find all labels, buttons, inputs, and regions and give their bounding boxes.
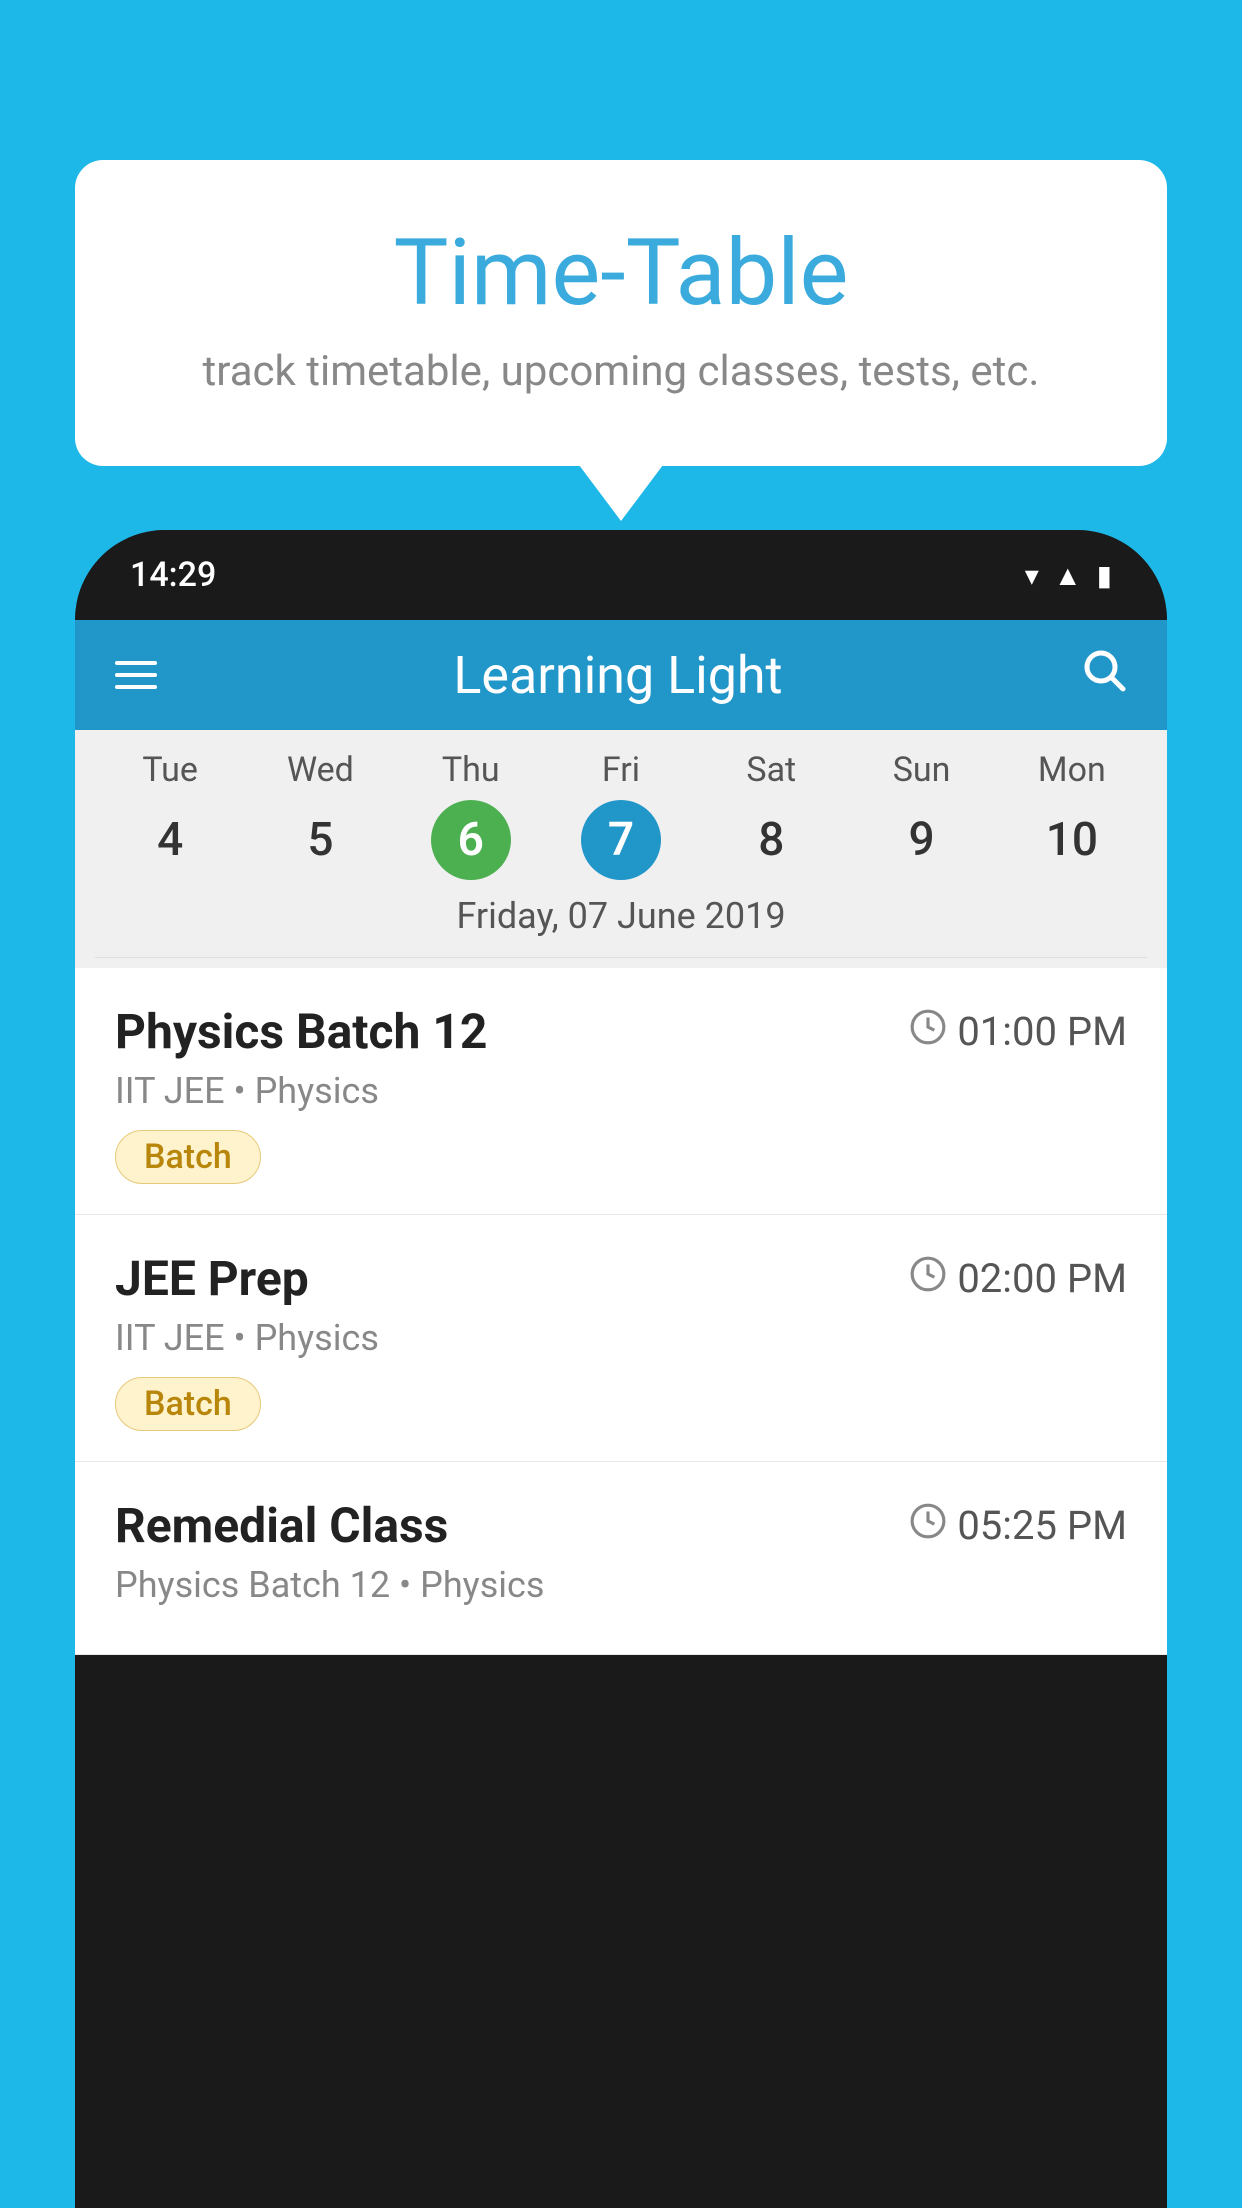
day-5[interactable]: 5 [280, 800, 360, 880]
class-time: 01:00 PM [909, 1008, 1127, 1056]
clock-icon-2 [909, 1255, 947, 1303]
batch-badge: Batch [115, 1130, 261, 1184]
day-label-tue: Tue [95, 750, 245, 790]
app-bar: Learning Light [75, 620, 1167, 730]
phone-screen: Tue Wed Thu Fri Sat Sun Mon 4 5 6 7 8 [75, 730, 1167, 1655]
day-label-wed: Wed [245, 750, 395, 790]
class-time-value-2: 02:00 PM [957, 1255, 1127, 1302]
clock-icon [909, 1008, 947, 1056]
phone-frame: 14:29 ▾ ▲ ▮ Learning Light [75, 530, 1167, 2208]
class-subtitle-2: IIT JEE • Physics [115, 1317, 1127, 1359]
class-item-remedial[interactable]: Remedial Class 05:25 PM [75, 1462, 1167, 1655]
day-8[interactable]: 8 [731, 800, 811, 880]
day-4[interactable]: 4 [130, 800, 210, 880]
notch [506, 530, 736, 600]
speech-bubble-title: Time-Table [125, 220, 1117, 327]
day-label-fri: Fri [546, 750, 696, 790]
class-time-2: 02:00 PM [909, 1255, 1127, 1303]
day-6-today[interactable]: 6 [431, 800, 511, 880]
selected-date-label: Friday, 07 June 2019 [95, 880, 1147, 958]
status-icons: ▾ ▲ ▮ [1025, 559, 1112, 592]
speech-bubble-subtitle: track timetable, upcoming classes, tests… [125, 347, 1117, 396]
class-title-3: Remedial Class [115, 1497, 448, 1554]
day-9[interactable]: 9 [882, 800, 962, 880]
day-numbers-row: 4 5 6 7 8 9 10 [95, 800, 1147, 880]
class-item-header-2: JEE Prep 02:00 PM [115, 1250, 1127, 1307]
class-title: Physics Batch 12 [115, 1003, 487, 1060]
hamburger-menu-icon[interactable] [115, 661, 157, 689]
day-label-mon: Mon [997, 750, 1147, 790]
class-list: Physics Batch 12 01:00 PM [75, 968, 1167, 1655]
day-label-sat: Sat [696, 750, 846, 790]
class-subtitle: IIT JEE • Physics [115, 1070, 1127, 1112]
class-item-header: Physics Batch 12 01:00 PM [115, 1003, 1127, 1060]
app-title: Learning Light [453, 645, 782, 706]
class-time-value: 01:00 PM [957, 1008, 1127, 1055]
calendar-strip[interactable]: Tue Wed Thu Fri Sat Sun Mon 4 5 6 7 8 [75, 730, 1167, 968]
class-time-3: 05:25 PM [909, 1502, 1127, 1550]
status-bar: 14:29 ▾ ▲ ▮ [75, 530, 1167, 620]
day-7-selected[interactable]: 7 [581, 800, 661, 880]
class-item-physics-batch-12[interactable]: Physics Batch 12 01:00 PM [75, 968, 1167, 1215]
day-label-thu: Thu [396, 750, 546, 790]
clock-icon-3 [909, 1502, 947, 1550]
battery-icon: ▮ [1097, 559, 1112, 592]
day-labels-row: Tue Wed Thu Fri Sat Sun Mon [95, 750, 1147, 790]
batch-badge-2: Batch [115, 1377, 261, 1431]
class-item-header-3: Remedial Class 05:25 PM [115, 1497, 1127, 1554]
day-label-sun: Sun [846, 750, 996, 790]
class-item-jee-prep[interactable]: JEE Prep 02:00 PM [75, 1215, 1167, 1462]
search-button[interactable] [1079, 645, 1127, 705]
day-10[interactable]: 10 [1032, 800, 1112, 880]
camera-dot [610, 562, 632, 584]
signal-icon: ▲ [1054, 559, 1082, 592]
status-time: 14:29 [130, 555, 216, 595]
class-subtitle-3: Physics Batch 12 • Physics [115, 1564, 1127, 1606]
class-time-value-3: 05:25 PM [957, 1502, 1127, 1549]
speech-bubble-card: Time-Table track timetable, upcoming cla… [75, 160, 1167, 466]
wifi-icon: ▾ [1025, 559, 1039, 592]
class-title-2: JEE Prep [115, 1250, 309, 1307]
